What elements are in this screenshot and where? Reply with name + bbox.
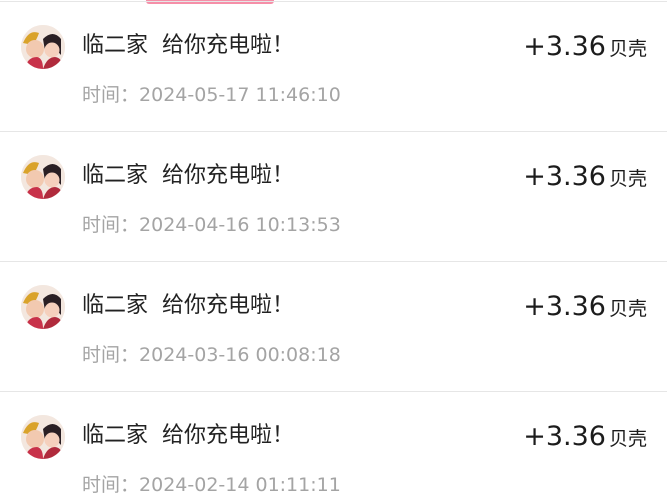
time-value: 2024-02-14 01:11:11 xyxy=(139,474,341,496)
record-time: 时间：2024-02-14 01:11:11 xyxy=(82,472,341,498)
amount-unit: 贝壳 xyxy=(608,38,647,60)
amount-unit: 贝壳 xyxy=(608,168,647,190)
user-avatar-icon[interactable] xyxy=(21,155,65,199)
user-avatar-icon[interactable] xyxy=(21,25,65,69)
sender-name: 临二家 xyxy=(82,293,149,318)
amount-value: +3.36 xyxy=(523,421,606,452)
list-item[interactable]: 临二家 给你充电啦！ 时间：2024-03-16 00:08:18 +3.36 贝… xyxy=(0,261,667,391)
record-message: 给你充电啦！ xyxy=(162,163,295,188)
record-title: 临二家 给你充电啦！ xyxy=(82,421,294,451)
record-amount: +3.36 贝壳 xyxy=(523,160,647,197)
record-title: 临二家 给你充电啦！ xyxy=(82,31,294,61)
record-amount: +3.36 贝壳 xyxy=(523,30,647,67)
record-amount: +3.36 贝壳 xyxy=(523,290,647,327)
time-label: 时间： xyxy=(82,214,140,236)
time-label: 时间： xyxy=(82,344,140,366)
time-label: 时间： xyxy=(82,84,140,106)
record-time: 时间：2024-03-16 00:08:18 xyxy=(82,342,341,368)
list-item[interactable]: 临二家 给你充电啦！ 时间：2024-04-16 10:13:53 +3.36 贝… xyxy=(0,131,667,261)
record-time: 时间：2024-04-16 10:13:53 xyxy=(82,212,341,238)
record-message: 给你充电啦！ xyxy=(162,33,295,58)
user-avatar-icon[interactable] xyxy=(21,415,65,459)
user-avatar-icon[interactable] xyxy=(21,285,65,329)
record-message: 给你充电啦！ xyxy=(162,423,295,448)
time-value: 2024-04-16 10:13:53 xyxy=(139,214,341,236)
recharge-records-page: 临二家 给你充电啦！ 时间：2024-05-17 11:46:10 +3.36 贝… xyxy=(0,0,667,500)
record-amount: +3.36 贝壳 xyxy=(523,420,647,457)
time-value: 2024-03-16 00:08:18 xyxy=(139,344,341,366)
amount-unit: 贝壳 xyxy=(608,428,647,450)
amount-value: +3.36 xyxy=(523,291,606,322)
list-item[interactable]: 临二家 给你充电啦！ 时间：2024-02-14 01:11:11 +3.36 贝… xyxy=(0,391,667,500)
time-value: 2024-05-17 11:46:10 xyxy=(139,84,341,106)
amount-value: +3.36 xyxy=(523,161,606,192)
record-title: 临二家 给你充电啦！ xyxy=(82,291,294,321)
record-time: 时间：2024-05-17 11:46:10 xyxy=(82,82,341,108)
record-title: 临二家 给你充电啦！ xyxy=(82,161,294,191)
sender-name: 临二家 xyxy=(82,423,149,448)
amount-unit: 贝壳 xyxy=(608,298,647,320)
record-message: 给你充电啦！ xyxy=(162,293,295,318)
time-label: 时间： xyxy=(82,474,140,496)
sender-name: 临二家 xyxy=(82,33,149,58)
list-item[interactable]: 临二家 给你充电啦！ 时间：2024-05-17 11:46:10 +3.36 贝… xyxy=(0,1,667,131)
amount-value: +3.36 xyxy=(523,31,606,62)
sender-name: 临二家 xyxy=(82,163,149,188)
